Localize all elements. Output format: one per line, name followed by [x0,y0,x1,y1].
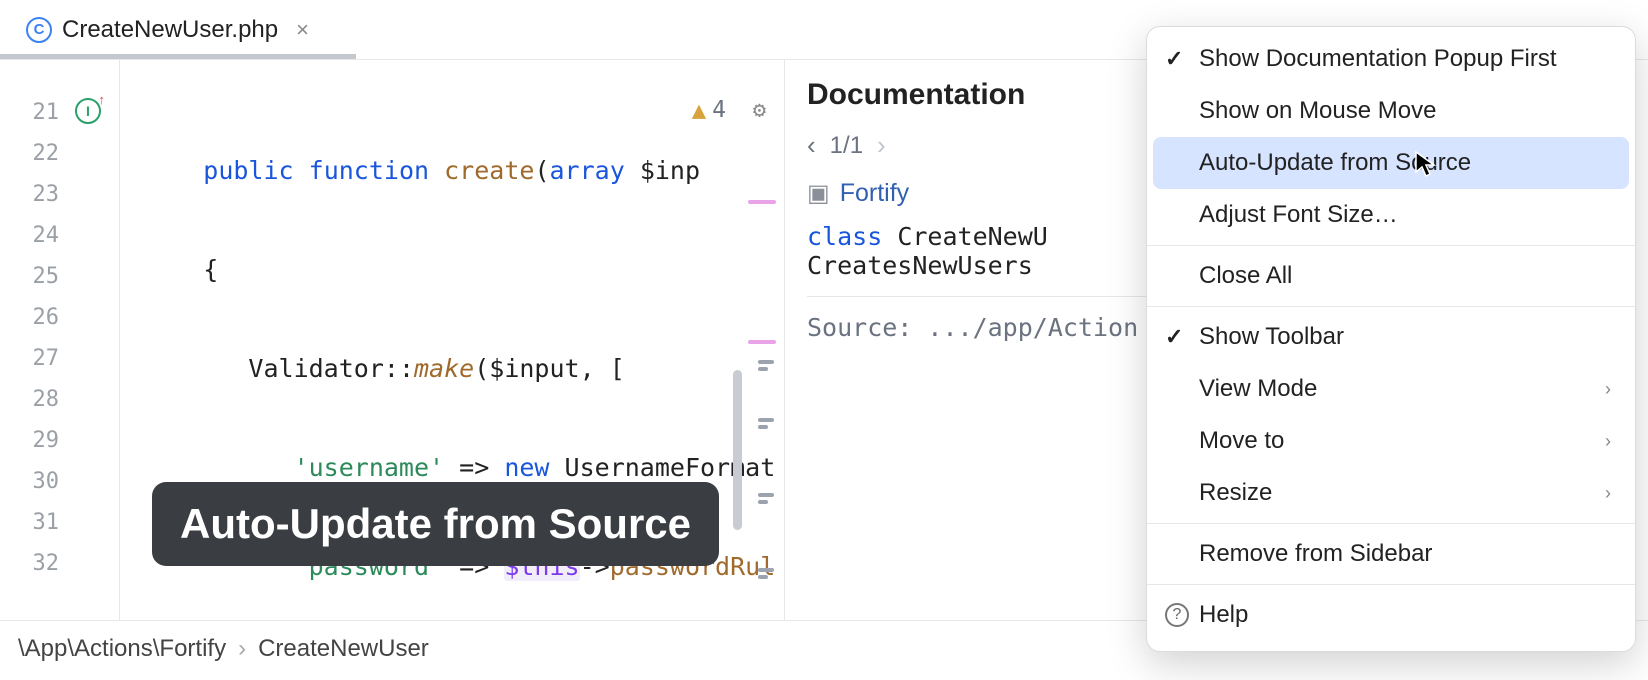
vertical-scrollbar-thumb[interactable] [733,370,742,530]
menu-show-doc-popup-first[interactable]: ✓ Show Documentation Popup First [1147,33,1635,85]
doc-source-path: .../app/Action [927,313,1138,342]
code-token: make [414,354,474,383]
doc-prev-icon[interactable]: ‹ [807,130,816,161]
line-number: 31 [0,502,119,543]
code-token: new [504,453,549,482]
menu-move-to[interactable]: Move to › [1147,415,1635,467]
tab-filename: CreateNewUser.php [62,16,278,44]
mouse-cursor-icon [1414,150,1436,185]
code-token: 'username' [294,453,445,482]
active-tab-underline [0,54,356,59]
help-icon: ? [1165,603,1189,627]
menu-separator [1147,245,1635,246]
menu-remove-from-sidebar[interactable]: Remove from Sidebar [1147,528,1635,580]
code-token: Validator [248,354,383,383]
code-token: $input [489,354,579,383]
code-token: create [444,156,534,185]
fold-region-marker[interactable] [758,360,776,620]
line-number: 28 [0,379,119,420]
menu-item-label: Close All [1199,262,1292,290]
line-number: 25 [0,256,119,297]
menu-adjust-font-size[interactable]: Adjust Font Size… [1147,189,1635,241]
warning-icon: ▲ [692,96,706,124]
menu-close-all[interactable]: Close All [1147,250,1635,302]
menu-help[interactable]: ? Help [1147,589,1635,641]
menu-view-mode[interactable]: View Mode › [1147,363,1635,415]
line-number: 29 [0,420,119,461]
code-token: { [203,255,218,284]
breadcrumb-namespace[interactable]: \App\Actions\Fortify [18,635,226,663]
warning-count: 4 [712,97,726,123]
close-tab-icon[interactable]: × [296,17,309,43]
code-token: array [550,156,625,185]
menu-separator [1147,584,1635,585]
line-number: 30 [0,461,119,502]
breadcrumb-separator-icon: › [238,635,246,663]
menu-item-label: Help [1199,601,1248,629]
code-token: public [203,156,293,185]
code-token: UsernameFormat [565,453,776,482]
doc-page-indicator: 1/1 [830,132,863,160]
menu-separator [1147,306,1635,307]
code-token: function [309,156,429,185]
folder-icon: ▣ [807,179,830,208]
menu-resize[interactable]: Resize › [1147,467,1635,519]
doc-text: class [807,222,882,251]
menu-show-on-mouse-move[interactable]: Show on Mouse Move [1147,85,1635,137]
menu-item-label: Resize [1199,479,1272,507]
code-token: => [459,453,489,482]
menu-item-label: View Mode [1199,375,1317,403]
php-class-icon: C [26,17,52,43]
doc-namespace-link[interactable]: Fortify [840,179,909,208]
menu-item-label: Adjust Font Size… [1199,201,1398,229]
breadcrumb-class[interactable]: CreateNewUser [258,635,429,663]
line-number: 27 [0,338,119,379]
chevron-right-icon: › [1605,483,1611,504]
check-icon: ✓ [1165,324,1183,350]
implements-method-icon[interactable]: I ↑ [75,98,101,124]
menu-item-label: Show Documentation Popup First [1199,45,1557,73]
line-number: 23 [0,174,119,215]
menu-show-toolbar[interactable]: ✓ Show Toolbar [1147,311,1635,363]
line-number: 26 [0,297,119,338]
line-number-gutter: 21 22 23 24 25 26 27 28 29 30 31 32 I ↑ [0,60,120,620]
chevron-right-icon: › [1605,431,1611,452]
documentation-options-menu: ✓ Show Documentation Popup First Show on… [1146,26,1636,652]
check-icon: ✓ [1165,46,1183,72]
menu-item-label: Remove from Sidebar [1199,540,1432,568]
doc-text: CreateNewU [897,222,1048,251]
tooltip-overlay: Auto-Update from Source [152,482,719,566]
inspection-warnings[interactable]: ▲ 4 [692,96,726,124]
editor-tab[interactable]: C CreateNewUser.php × [12,0,323,59]
menu-separator [1147,523,1635,524]
line-number: 32 [0,543,119,584]
chevron-right-icon: › [1605,379,1611,400]
doc-source-label: Source: [807,313,912,342]
menu-item-label: Show Toolbar [1199,323,1344,351]
menu-item-label: Show on Mouse Move [1199,97,1436,125]
line-number: 22 [0,133,119,174]
error-stripe-mark[interactable] [748,340,776,344]
doc-panel-title: Documentation [807,78,1025,112]
menu-item-label: Move to [1199,427,1284,455]
line-number: 24 [0,215,119,256]
error-stripe-mark[interactable] [748,200,776,204]
doc-next-icon[interactable]: › [877,130,886,161]
inspection-settings-icon[interactable]: ⚙ [753,98,766,123]
menu-auto-update-from-source[interactable]: Auto-Update from Source [1153,137,1629,189]
code-token: $inp [640,156,700,185]
